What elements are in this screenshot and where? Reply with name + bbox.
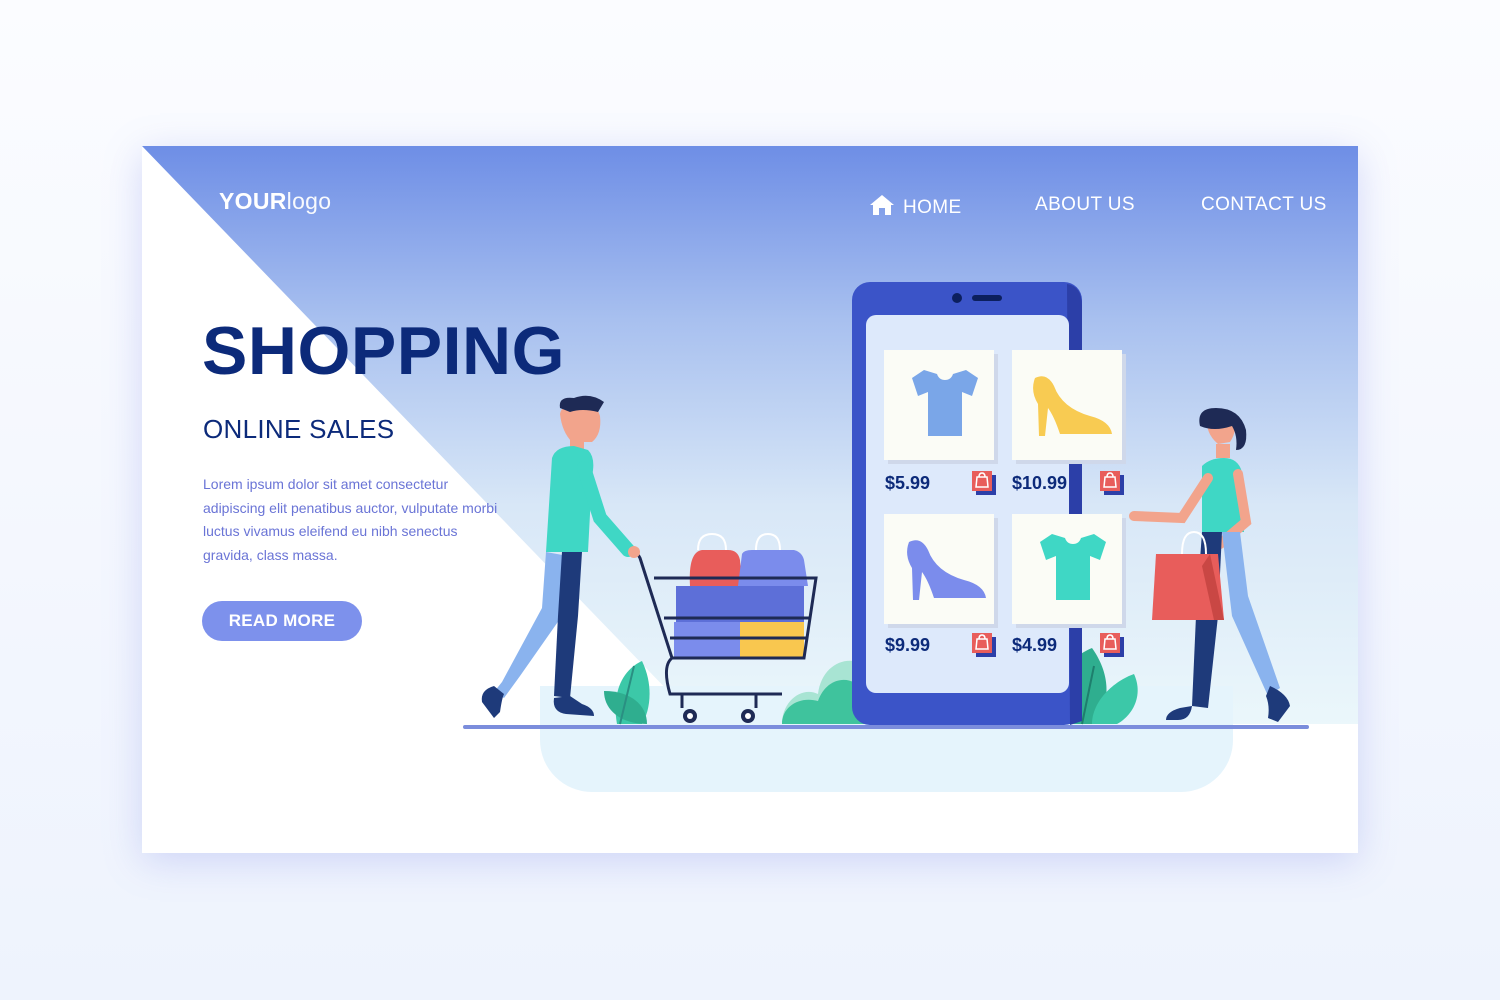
shopping-bag-badge-icon[interactable] [1100, 471, 1124, 495]
product-price-4: $4.99 [1012, 635, 1058, 655]
product-card-1[interactable] [884, 350, 998, 464]
landing-card: YOURlogo HOME ABOUT US CONTACT US SHOPPI… [142, 146, 1358, 853]
product-card-4[interactable] [1012, 514, 1126, 628]
shopping-cart-icon [627, 532, 818, 723]
product-price-3: $9.99 [885, 635, 931, 655]
product-card-2[interactable] [1012, 350, 1126, 464]
product-card-3[interactable] [884, 514, 998, 628]
product-price-1: $5.99 [885, 473, 931, 493]
plant-left-icon [604, 661, 650, 725]
shopping-illustration [481, 282, 1290, 725]
product-price-2: $10.99 [1012, 473, 1068, 493]
smartphone-icon [852, 282, 1082, 725]
ground-line [463, 725, 1309, 729]
woman-shopper-icon [1129, 408, 1290, 722]
shopping-bag-badge-icon[interactable] [1100, 633, 1124, 657]
man-shopper-icon [481, 395, 640, 718]
